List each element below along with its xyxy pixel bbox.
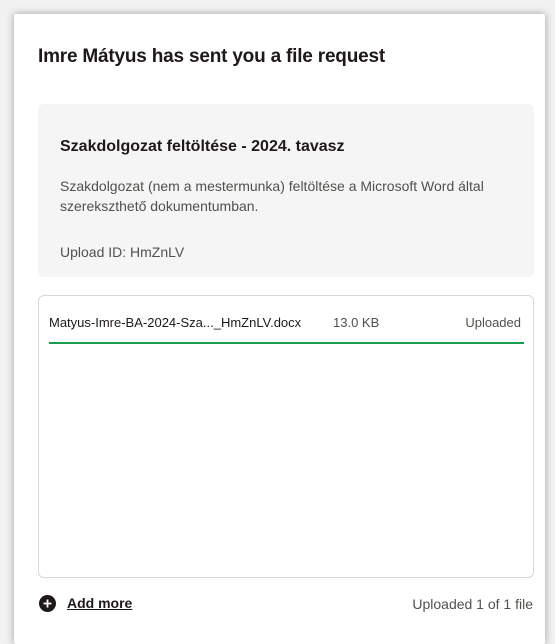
upload-count: Uploaded 1 of 1 file <box>412 596 533 612</box>
upload-progress-fill <box>49 342 524 344</box>
dialog-title: Imre Mátyus has sent you a file request <box>38 46 385 67</box>
file-row: Matyus-Imre-BA-2024-Sza..._HmZnLV.docx 1… <box>49 312 525 342</box>
file-status: Uploaded <box>465 315 521 330</box>
upload-progress-bar <box>49 342 524 344</box>
request-title: Szakdolgozat feltöltése - 2024. tavasz <box>60 138 345 155</box>
file-size: 13.0 KB <box>333 315 380 330</box>
request-description: Szakdolgozat (nem a mestermunka) feltölt… <box>60 178 484 214</box>
add-more-button[interactable]: Add more <box>39 593 132 613</box>
file-name: Matyus-Imre-BA-2024-Sza..._HmZnLV.docx <box>49 315 302 330</box>
add-more-label: Add more <box>67 595 133 611</box>
upload-id: Upload ID: HmZnLV <box>60 244 185 260</box>
file-list[interactable]: Matyus-Imre-BA-2024-Sza..._HmZnLV.docx 1… <box>38 295 534 578</box>
plus-circle-icon <box>39 594 56 612</box>
file-request-dialog: Imre Mátyus has sent you a file request … <box>14 14 545 644</box>
request-info-card: Szakdolgozat feltöltése - 2024. tavasz S… <box>38 104 534 277</box>
